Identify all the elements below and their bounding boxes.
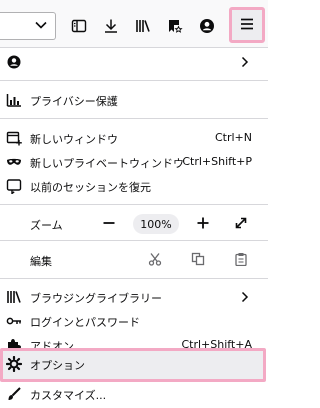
chevron-right-icon: [240, 290, 250, 304]
menu-item-label: 以前のセッションを復元: [30, 181, 151, 194]
zoom-in-button[interactable]: [192, 213, 214, 235]
hamburger-menu-icon: [239, 16, 255, 35]
paintbrush-icon: [6, 386, 22, 402]
clipboard-icon: [234, 252, 248, 269]
copy-icon: [191, 252, 205, 269]
menu-item-options[interactable]: オプション: [0, 348, 266, 382]
account-icon[interactable]: [194, 13, 220, 39]
plus-icon: [196, 216, 210, 233]
account-icon: [6, 54, 22, 70]
fullscreen-button[interactable]: [230, 213, 252, 235]
keyboard-shortcut: Ctrl+Shift+P: [182, 155, 252, 168]
url-bar[interactable]: [0, 12, 56, 40]
menu-item-privacy-protections[interactable]: プライバシー保護: [0, 88, 268, 112]
bookmarks-icon[interactable]: [162, 13, 188, 39]
restore-session-icon: [6, 178, 22, 194]
sidebar-icon[interactable]: [66, 13, 92, 39]
zoom-label: ズーム: [30, 219, 63, 232]
menu-separator: [0, 80, 268, 81]
menu-item-edit: 編集: [0, 248, 268, 272]
menu-item-label: カスタマイズ...: [30, 389, 107, 402]
chevron-right-icon: [240, 55, 250, 69]
download-icon[interactable]: [98, 13, 124, 39]
minus-icon: [102, 216, 116, 233]
key-icon: [6, 313, 22, 329]
menu-item-label: オプション: [30, 359, 85, 372]
menu-item-label: ブラウジングライブラリー: [30, 292, 162, 305]
menu-item-new-private-window[interactable]: 新しいプライベートウィンドウ Ctrl+Shift+P: [0, 150, 268, 174]
zoom-out-button[interactable]: [98, 213, 120, 235]
menu-item-customize[interactable]: カスタマイズ...: [0, 382, 268, 406]
menu-item-new-window[interactable]: 新しいウィンドウ Ctrl+N: [0, 126, 268, 150]
navigation-toolbar: [0, 0, 268, 48]
scissors-icon: [148, 252, 162, 269]
menu-item-label: 新しいウィンドウ: [30, 133, 118, 146]
menu-item-library[interactable]: ブラウジングライブラリー: [0, 285, 268, 309]
keyboard-shortcut: Ctrl+N: [214, 131, 252, 144]
menu-item-label: ログインとパスワード: [30, 316, 140, 329]
hamburger-menu-button[interactable]: [229, 7, 265, 43]
menu-separator: [0, 278, 268, 279]
private-browsing-mask-icon: [6, 154, 22, 170]
dashboard-icon: [6, 92, 22, 108]
new-window-icon: [6, 130, 22, 146]
menu-item-restore-session[interactable]: 以前のセッションを復元: [0, 174, 268, 198]
copy-button[interactable]: [188, 250, 208, 270]
edit-label: 編集: [30, 255, 52, 268]
library-icon[interactable]: [130, 13, 156, 39]
gear-icon: [6, 356, 22, 372]
menu-separator: [0, 204, 268, 205]
menu-item-label: プライバシー保護: [30, 95, 118, 108]
menu-separator: [0, 118, 268, 119]
menu-item-logins-and-passwords[interactable]: ログインとパスワード: [0, 309, 268, 333]
chevron-down-icon[interactable]: [34, 18, 48, 32]
menu-separator: [0, 240, 268, 241]
menu-item-account[interactable]: [0, 50, 268, 74]
zoom-reset-button[interactable]: 100%: [133, 214, 179, 234]
library-icon: [6, 289, 22, 305]
paste-button[interactable]: [231, 250, 251, 270]
fullscreen-icon: [234, 216, 248, 233]
menu-item-label: 新しいプライベートウィンドウ: [30, 157, 184, 170]
cut-button[interactable]: [145, 250, 165, 270]
